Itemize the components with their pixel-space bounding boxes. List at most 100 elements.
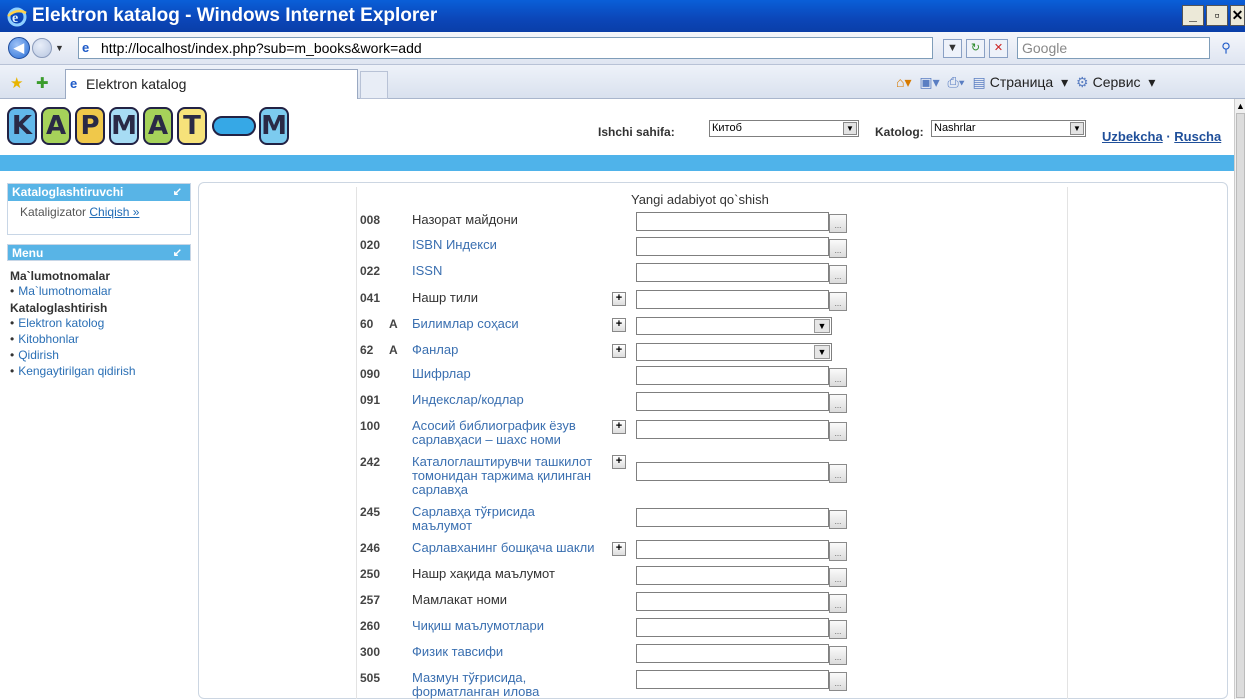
search-input[interactable]: Google xyxy=(1017,37,1210,59)
stop-button[interactable]: ✕ xyxy=(989,39,1008,58)
menu-item-label: Ma`lumotnomalar xyxy=(18,284,112,298)
back-button[interactable]: ◀ xyxy=(8,37,30,59)
scrollbar-thumb[interactable] xyxy=(1236,113,1245,698)
ishchi-select[interactable]: Китоб ▼ xyxy=(709,120,859,137)
field-input[interactable] xyxy=(636,592,829,611)
add-field-button[interactable]: + xyxy=(612,344,626,358)
field-label: Чиқиш маълумотлари xyxy=(412,619,544,647)
field-input[interactable] xyxy=(636,290,829,309)
add-field-button[interactable]: + xyxy=(612,292,626,306)
collapse-icon[interactable]: ↙ xyxy=(173,245,182,262)
ellipsis-button[interactable]: ... xyxy=(829,368,847,387)
field-input[interactable] xyxy=(636,392,829,411)
favorites-star-icon[interactable]: ★ xyxy=(10,74,23,92)
home-icon[interactable]: ⌂▾ xyxy=(896,74,911,90)
ellipsis-button[interactable]: ... xyxy=(829,646,847,665)
svg-text:e: e xyxy=(12,11,18,26)
field-input[interactable] xyxy=(636,566,829,585)
menu-item-malumotnomalar[interactable]: • Ma`lumotnomalar xyxy=(7,283,191,299)
ellipsis-button[interactable]: ... xyxy=(829,542,847,561)
chevron-down-icon: ▼ xyxy=(814,345,830,359)
tab-page-icon: e xyxy=(70,76,78,91)
field-code: 090 xyxy=(360,367,381,381)
field-input[interactable] xyxy=(636,670,829,689)
field-code: 020 xyxy=(360,238,381,252)
ellipsis-button[interactable]: ... xyxy=(829,239,847,258)
add-favorite-icon[interactable]: ✚ xyxy=(36,74,49,92)
menu-item-kitobhonlar[interactable]: • Kitobhonlar xyxy=(7,331,191,347)
field-select[interactable]: ▼ xyxy=(636,317,832,335)
field-input[interactable] xyxy=(636,540,829,559)
ellipsis-button[interactable]: ... xyxy=(829,510,847,529)
field-input[interactable] xyxy=(636,508,829,527)
field-label: Билимлар соҳаси xyxy=(412,317,519,345)
address-input[interactable]: e http://localhost/index.php?sub=m_books… xyxy=(78,37,933,59)
close-window-button[interactable]: ✕ xyxy=(1230,5,1245,26)
forward-button[interactable] xyxy=(32,38,52,58)
menu-item-qidirish[interactable]: • Qidirish xyxy=(7,347,191,363)
field-input[interactable] xyxy=(636,618,829,637)
ellipsis-button[interactable]: ... xyxy=(829,394,847,413)
ellipsis-button[interactable]: ... xyxy=(829,292,847,311)
tools-menu[interactable]: ⚙ Сервис ▾ xyxy=(1076,74,1155,90)
katolog-select[interactable]: Nashrlar ▼ xyxy=(931,120,1086,137)
field-label-line: Сарлавҳа тўғрисида xyxy=(412,504,535,519)
print-icon[interactable]: ⎙▾ xyxy=(948,74,965,90)
add-field-button[interactable]: + xyxy=(612,455,626,469)
header-band xyxy=(0,155,1234,171)
ellipsis-button[interactable]: ... xyxy=(829,568,847,587)
field-label: Сарлавханинг бошқача шакли xyxy=(412,541,595,569)
lang-uzbekcha-link[interactable]: Uzbekcha xyxy=(1102,129,1163,144)
ellipsis-button[interactable]: ... xyxy=(829,422,847,441)
field-input[interactable] xyxy=(636,366,829,385)
collapse-icon[interactable]: ↙ xyxy=(173,184,182,201)
address-dropdown-button[interactable]: ▼ xyxy=(943,39,962,58)
field-input[interactable] xyxy=(636,462,829,481)
field-input[interactable] xyxy=(636,263,829,282)
lang-ruscha-link[interactable]: Ruscha xyxy=(1174,129,1221,144)
menu-section-malumotnomalar: Ma`lumotnomalar xyxy=(10,269,111,283)
logo-letter: M xyxy=(109,107,139,145)
add-field-button[interactable]: + xyxy=(612,318,626,332)
add-field-button[interactable]: + xyxy=(612,542,626,556)
field-input[interactable] xyxy=(636,420,829,439)
field-code: 300 xyxy=(360,645,381,659)
ellipsis-button[interactable]: ... xyxy=(829,214,847,233)
menu-item-label: Elektron katolog xyxy=(18,316,105,330)
new-tab-button[interactable] xyxy=(360,71,388,99)
recent-pages-dropdown-icon[interactable]: ▼ xyxy=(55,43,64,53)
field-label: Физик тавсифи xyxy=(412,645,503,673)
ellipsis-button[interactable]: ... xyxy=(829,594,847,613)
field-code: 505 xyxy=(360,671,381,685)
menu-box-header: Menu ↙ xyxy=(7,244,191,261)
feeds-icon[interactable]: ▣▾ xyxy=(919,74,939,90)
cataloger-user-line: Kataligizator Chiqish » xyxy=(8,201,190,225)
language-links: Uzbekcha · Ruscha xyxy=(1102,129,1221,144)
field-select[interactable]: ▼ xyxy=(636,343,832,361)
field-input[interactable] xyxy=(636,212,829,231)
ellipsis-button[interactable]: ... xyxy=(829,464,847,483)
logout-link[interactable]: Chiqish » xyxy=(89,205,139,219)
page-menu[interactable]: ▤ Страница ▾ xyxy=(973,74,1069,90)
field-code: 60 xyxy=(360,317,374,331)
minimize-button[interactable]: _ xyxy=(1182,5,1204,26)
field-input[interactable] xyxy=(636,237,829,256)
chevron-down-icon: ▼ xyxy=(843,122,857,135)
vertical-scrollbar[interactable]: ▲ xyxy=(1234,99,1245,699)
scroll-up-icon[interactable]: ▲ xyxy=(1236,101,1245,111)
tab-elektron-katalog[interactable]: e Elektron katalog xyxy=(65,69,358,99)
ellipsis-button[interactable]: ... xyxy=(829,672,847,691)
field-label-line: Каталоглаштирувчи ташкилот xyxy=(412,454,593,469)
refresh-button[interactable]: ↻ xyxy=(966,39,985,58)
add-field-button[interactable]: + xyxy=(612,420,626,434)
field-label-line: форматланган илова xyxy=(412,684,540,699)
field-code: 242 xyxy=(360,455,381,469)
maximize-button[interactable]: ▫ xyxy=(1206,5,1228,26)
menu-item-elektron-katolog[interactable]: • Elektron katolog xyxy=(7,315,191,331)
gear-icon: ⚙ xyxy=(1076,74,1089,90)
ellipsis-button[interactable]: ... xyxy=(829,620,847,639)
menu-item-kengaytirilgan-qidirish[interactable]: • Kengaytirilgan qidirish xyxy=(7,363,191,379)
search-icon[interactable]: ⚲ xyxy=(1214,38,1238,58)
field-input[interactable] xyxy=(636,644,829,663)
ellipsis-button[interactable]: ... xyxy=(829,265,847,284)
